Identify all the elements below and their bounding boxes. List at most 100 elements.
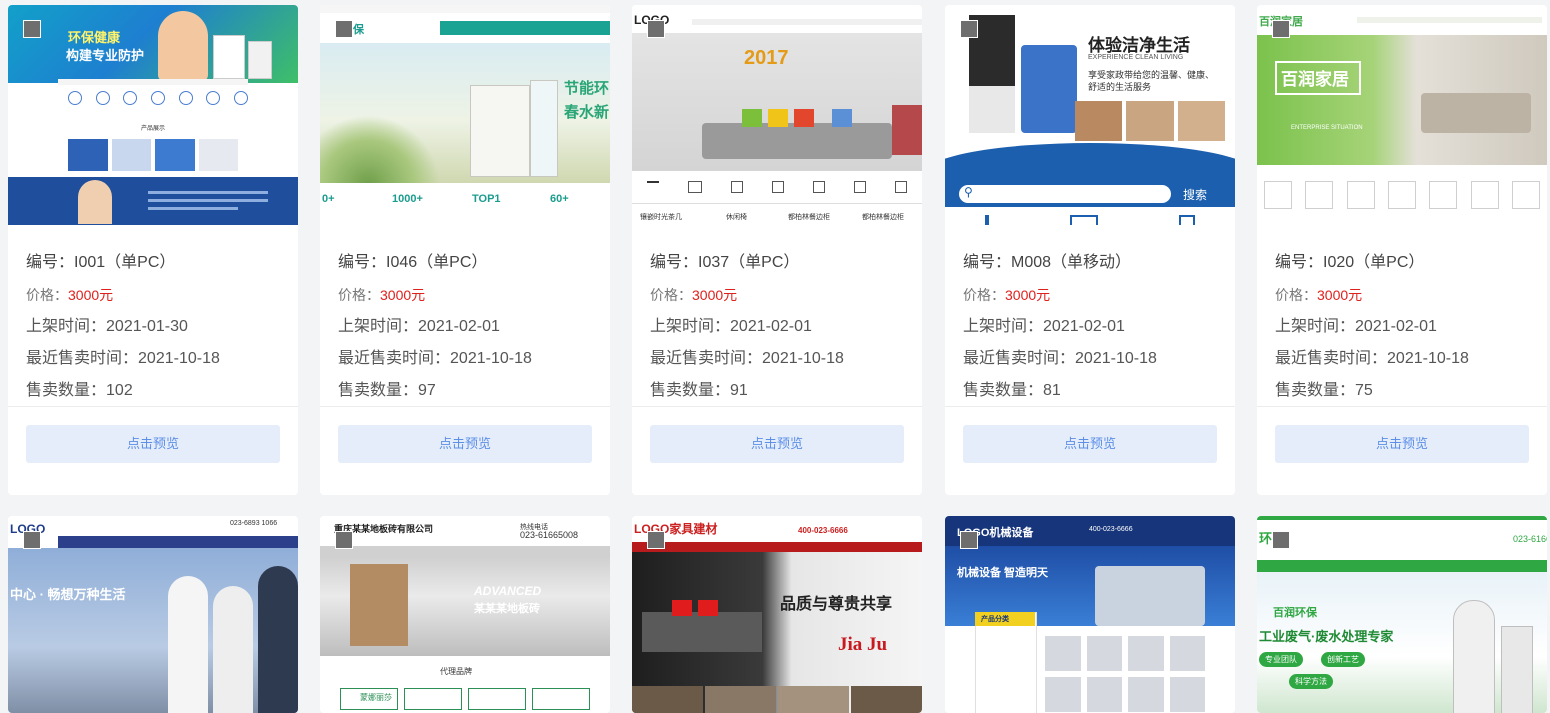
thumb-category: 镶嵌时光茶几: [640, 214, 682, 221]
thumb-icon-row: [1257, 165, 1547, 225]
template-card: LOGO 023-6893 1066 中心 · 畅想万种生活: [8, 516, 298, 713]
listed-date: 上架时间：2021-02-01: [650, 318, 812, 335]
thumb-headline: 工业废气·废水处理专家: [1259, 629, 1394, 644]
preview-button[interactable]: 点击预览: [1275, 425, 1529, 463]
preview-button[interactable]: 点击预览: [338, 425, 592, 463]
thumb-tagline: 节能环: [564, 80, 610, 97]
preview-button[interactable]: 点击预览: [26, 425, 280, 463]
template-grid: 环保健康 构建专业防护 产品展示 编号：I001（单PC） 价格：3000元 上…: [0, 0, 1550, 713]
template-card: 环保健康 构建专业防护 产品展示 编号：I001（单PC） 价格：3000元 上…: [8, 5, 298, 495]
cushion: [892, 105, 922, 155]
template-thumbnail[interactable]: 重庆某某地板砖有限公司 热线电话 023-61665008 ADVANCED 某…: [320, 516, 610, 713]
template-info: 编号：M008（单移动） 价格：3000元 上架时间：2021-02-01 最近…: [945, 225, 1235, 407]
preview-button[interactable]: 点击预览: [963, 425, 1217, 463]
template-thumbnail[interactable]: 环保健康 构建专业防护 产品展示: [8, 5, 298, 225]
listed-date: 上架时间：2021-02-01: [338, 318, 500, 335]
template-price: 价格：3000元: [963, 287, 1051, 303]
template-code: 编号：I001（单PC）: [26, 254, 176, 271]
sofa-image: [702, 123, 892, 159]
select-checkbox[interactable]: [647, 20, 665, 38]
thumb-phone: 400-023-6666: [1089, 526, 1133, 533]
thumb-year: 2017: [744, 47, 789, 69]
thumb-phone: 023-6893 1066: [230, 520, 278, 527]
purifier-image: [530, 80, 558, 177]
template-card: 环保 023-6166 百润环保 工业废气·废水处理专家 专业团队 创新工艺 科…: [1257, 516, 1547, 713]
cushion: [698, 600, 718, 616]
template-thumbnail[interactable]: 环保 023-6166 百润环保 工业废气·废水处理专家 专业团队 创新工艺 科…: [1257, 516, 1547, 713]
thumb-text-lines: [148, 207, 238, 210]
thumb-photo-row: [1075, 101, 1225, 141]
thumb-category: 都柏林餐边柜: [788, 214, 830, 221]
select-checkbox[interactable]: [1272, 20, 1290, 38]
thumb-headline: 中心 · 畅想万种生活: [10, 587, 126, 602]
select-checkbox[interactable]: [1272, 531, 1290, 549]
machine-image: [1095, 566, 1205, 626]
thumb-category: 都柏林餐边柜: [862, 214, 904, 221]
sold-count: 售卖数量：75: [1275, 382, 1373, 399]
plant-image: [320, 115, 440, 185]
thumb-brand: 百润环保: [1273, 607, 1317, 619]
cushion: [768, 109, 788, 127]
template-card: 重庆某某地板砖有限公司 热线电话 023-61665008 ADVANCED 某…: [320, 516, 610, 713]
template-thumbnail[interactable]: LOGO 2017 镶嵌时光茶几 休闲椅 都柏林餐边柜 都柏林餐边柜: [632, 5, 922, 225]
search-icon: ⚲: [964, 185, 973, 199]
thumb-nav-bar: [58, 536, 298, 548]
thumb-headline: 机械设备 智造明天: [957, 567, 1049, 579]
template-thumbnail[interactable]: LOGO机械设备 400-023-6666 机械设备 智造明天 产品分类: [945, 516, 1235, 713]
template-thumbnail[interactable]: LOGO 023-6893 1066 中心 · 畅想万种生活: [8, 516, 298, 713]
thumb-tag-group: 专业团队 创新工艺 科学方法: [1259, 652, 1399, 698]
template-info: 编号：I037（单PC） 价格：3000元 上架时间：2021-02-01 最近…: [632, 225, 922, 407]
search-input[interactable]: [959, 185, 1171, 203]
template-thumbnail[interactable]: 百润家居 百润家居 ENTERPRISE SITUATION: [1257, 5, 1547, 225]
thumb-sidebar: [975, 612, 1037, 713]
template-code: 编号：I046（单PC）: [338, 254, 488, 271]
preview-button[interactable]: 点击预览: [650, 425, 904, 463]
select-checkbox[interactable]: [647, 531, 665, 549]
select-checkbox[interactable]: [335, 531, 353, 549]
thumb-nav-bar: [1257, 560, 1547, 572]
listed-date: 上架时间：2021-02-01: [963, 318, 1125, 335]
template-thumbnail[interactable]: 环保 节能环 春水新 0+ 1000+ TOP1 60+: [320, 5, 610, 225]
template-thumbnail[interactable]: LOGO家具建材 400-023-6666 品质与尊贵共享 Jia Ju: [632, 516, 922, 713]
select-checkbox[interactable]: [960, 531, 978, 549]
worker-photo: [168, 576, 208, 713]
thumb-headline: 品质与尊贵共享: [780, 596, 893, 613]
last-sold-date: 最近售卖时间：2021-10-18: [338, 350, 532, 367]
thumb-product-row: [68, 139, 238, 171]
thumb-sidebar-title: 产品分类: [981, 616, 1009, 623]
thumb-phone: 400-023-6666: [798, 526, 848, 535]
thumb-icon-row: [68, 91, 248, 113]
sold-count: 售卖数量：91: [650, 382, 748, 399]
thumb-icon-row: [945, 207, 1235, 225]
template-card: 环保 节能环 春水新 0+ 1000+ TOP1 60+ 编号：I046（单PC…: [320, 5, 610, 495]
thumb-phone: 023-61665008: [520, 530, 579, 540]
sold-count: 售卖数量：102: [26, 382, 133, 399]
template-thumbnail[interactable]: 体验洁净生活 EXPERIENCE CLEAN LIVING 享受家政带给您的温…: [945, 5, 1235, 225]
search-button[interactable]: 搜索: [1183, 186, 1207, 203]
thumb-section-title: 产品展示: [141, 126, 166, 132]
child-photo: [158, 11, 208, 81]
thumb-stat: 1000+: [392, 193, 423, 205]
worker-photo: [213, 586, 253, 713]
thumb-headline-2: 构建专业防护: [66, 48, 145, 63]
select-checkbox[interactable]: [960, 20, 978, 38]
last-sold-date: 最近售卖时间：2021-10-18: [650, 350, 844, 367]
listed-date: 上架时间：2021-02-01: [1275, 318, 1437, 335]
thumb-phone: 023-6166: [1513, 534, 1547, 544]
thumb-banner-title: ADVANCED: [474, 584, 542, 598]
sofa-image: [1421, 93, 1531, 133]
template-info: 编号：I046（单PC） 价格：3000元 上架时间：2021-02-01 最近…: [320, 225, 610, 407]
template-card: LOGO机械设备 400-023-6666 机械设备 智造明天 产品分类: [945, 516, 1235, 713]
thumb-tag: 专业团队: [1259, 652, 1303, 667]
sold-count: 售卖数量：81: [963, 382, 1061, 399]
treatment-tower-image: [1501, 626, 1533, 713]
thumb-topbar: [320, 5, 610, 13]
thumb-text-lines: [148, 191, 268, 194]
thumb-headline: 百润家居: [1281, 70, 1349, 89]
select-checkbox[interactable]: [23, 20, 41, 38]
thumb-tag: 创新工艺: [1321, 652, 1365, 667]
thumb-photo-row: [632, 686, 922, 713]
select-checkbox[interactable]: [335, 20, 353, 38]
select-checkbox[interactable]: [23, 531, 41, 549]
template-card: 体验洁净生活 EXPERIENCE CLEAN LIVING 享受家政带给您的温…: [945, 5, 1235, 495]
